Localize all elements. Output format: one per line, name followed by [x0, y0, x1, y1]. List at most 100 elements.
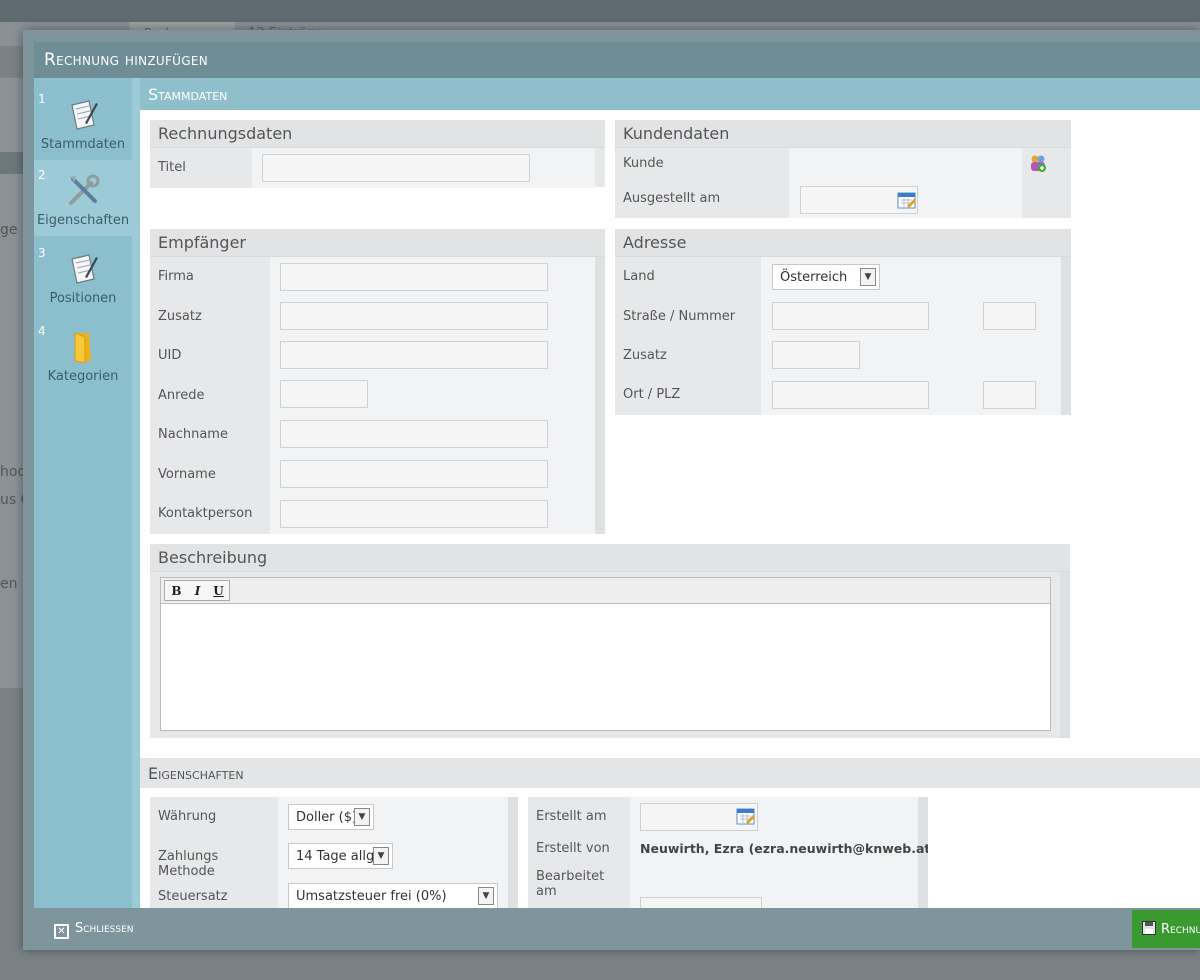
adresse-zusatz-input[interactable] — [772, 341, 860, 369]
step-label: Stammdaten — [40, 137, 126, 152]
field-label: Erstellt von — [528, 833, 630, 861]
panel-title: Rechnungsdaten — [150, 120, 605, 148]
close-icon: ✕ — [54, 924, 69, 939]
save-label: Rechnung — [1161, 922, 1200, 937]
ort-input[interactable] — [772, 381, 929, 409]
plz-input[interactable] — [983, 381, 1036, 409]
uid-input[interactable] — [280, 341, 548, 369]
background-text: ge — [0, 222, 18, 238]
modal-title: Rechnung hinzufügen — [34, 42, 1200, 78]
titel-input[interactable] — [262, 154, 530, 182]
panel-scrollbar[interactable] — [508, 797, 518, 908]
kontaktperson-input[interactable] — [280, 500, 548, 528]
form-row-ausgestellt: Ausgestellt am — [615, 183, 1071, 218]
panel-title: Beschreibung — [150, 544, 1070, 572]
folder-icon — [74, 332, 91, 364]
step-label: Positionen — [49, 291, 117, 306]
field-label: Vorname — [150, 455, 270, 495]
vorname-input[interactable] — [280, 460, 548, 488]
waehrung-select[interactable]: Doller ($) ▼ — [288, 804, 374, 830]
panel-eigenschaften-left: Währung Doller ($) ▼ Zahlungs Methode 14… — [150, 797, 518, 908]
erstellt-von-value: Neuwirth, Ezra (ezra.neuwirth@knweb.at) — [640, 841, 928, 856]
tools-icon — [69, 174, 100, 205]
form-row-titel: Titel — [150, 148, 605, 188]
panel-scrollbar[interactable] — [1060, 572, 1070, 738]
floppy-disk-icon — [1142, 921, 1156, 935]
step-stammdaten[interactable]: 1 Stammdaten — [34, 84, 132, 160]
underline-button[interactable]: U — [209, 582, 228, 600]
step-positionen[interactable]: 3 Positionen — [34, 238, 132, 314]
field-label: Titel — [150, 148, 252, 188]
sidebar-splitter[interactable] — [132, 78, 140, 908]
step-number: 4 — [38, 324, 46, 338]
field-label: Kontaktperson — [150, 494, 270, 534]
zusatz-input[interactable] — [280, 302, 548, 330]
customer-picker-icon[interactable] — [1028, 153, 1048, 175]
field-label: Anrede — [150, 376, 270, 416]
chevron-down-icon: ▼ — [373, 847, 389, 865]
background-text: en — [0, 576, 18, 592]
section-heading-eigenschaften: Eigenschaften — [140, 758, 1200, 788]
panel-eigenschaften-right: Erstellt am Erstellt von Neuwirth, Ezra … — [528, 797, 928, 908]
close-button[interactable]: ✕ Schliessen — [54, 921, 134, 939]
strasse-input[interactable] — [772, 302, 929, 330]
firma-input[interactable] — [280, 263, 548, 291]
save-button[interactable]: Rechnung — [1132, 910, 1200, 948]
panel-scrollbar[interactable] — [595, 257, 605, 534]
step-label: Eigenschaften — [36, 213, 130, 228]
field-label: Kunde — [615, 148, 789, 183]
nachname-input[interactable] — [280, 420, 548, 448]
step-kategorien[interactable]: 4 Kategorien — [34, 316, 132, 392]
hausnummer-input[interactable] — [983, 302, 1036, 330]
anrede-input[interactable] — [280, 380, 368, 408]
bearbeitet-am-date-input[interactable] — [640, 897, 762, 908]
form-row-kunde: Kunde — [615, 148, 1071, 218]
close-label: Schliessen — [75, 921, 134, 936]
waehrung-select-value: Doller ($) — [296, 810, 358, 825]
step-number: 1 — [38, 92, 46, 106]
calendar-icon[interactable] — [736, 806, 756, 826]
italic-button[interactable]: I — [188, 582, 207, 600]
step-eigenschaften[interactable]: 2 Eigenschaften — [34, 160, 132, 236]
field-label: Währung — [150, 797, 278, 837]
beschreibung-editor[interactable] — [160, 604, 1051, 731]
chevron-down-icon: ▼ — [860, 268, 876, 286]
field-label: Zusatz — [615, 336, 761, 376]
field-label: Ort / PLZ — [615, 375, 761, 415]
land-select[interactable]: Österreich ▼ — [772, 264, 880, 290]
zahlungsmethode-select-value: 14 Tage allg. — [296, 849, 379, 864]
panel-title: Kundendaten — [615, 120, 1071, 148]
step-label: Kategorien — [47, 369, 119, 384]
field-label: Nachname — [150, 415, 270, 455]
panel-empfaenger: Empfänger Firma Zusatz UID Anrede Nachna… — [150, 229, 605, 534]
editor-toolbar: B I U — [160, 577, 1051, 604]
document-pen-icon — [71, 100, 98, 130]
modal-footer: ✕ Schliessen Rechnung — [34, 908, 1200, 948]
field-label: Firma — [150, 257, 270, 297]
field-label: Steuersatz — [150, 877, 278, 908]
field-label: Ausgestellt am — [615, 183, 789, 218]
section-heading-stammdaten: Stammdaten — [140, 78, 1200, 110]
background-side-band — [0, 152, 24, 174]
land-select-value: Österreich — [780, 270, 848, 285]
field-label: Zusatz — [150, 297, 270, 337]
field-label: Zahlungs Methode — [150, 837, 278, 879]
step-number: 3 — [38, 246, 46, 260]
field-label: Erstellt am — [528, 797, 630, 837]
panel-kundendaten: Kundendaten Kunde Ausgestellt am — [615, 120, 1071, 218]
zahlungsmethode-select[interactable]: 14 Tage allg. ▼ — [288, 843, 393, 869]
panel-scrollbar[interactable] — [1061, 257, 1071, 415]
calendar-icon[interactable] — [897, 190, 917, 210]
bold-button[interactable]: B — [167, 582, 186, 600]
panel-adresse: Adresse Land Österreich ▼ Straße / Numme… — [615, 229, 1071, 415]
chevron-down-icon: ▼ — [478, 887, 494, 905]
chevron-down-icon: ▼ — [354, 808, 370, 826]
steuersatz-select-value: Umsatzsteuer frei (0%) — [296, 889, 447, 904]
panel-rechnungsdaten: Rechnungsdaten Titel — [150, 120, 605, 188]
panel-title: Adresse — [615, 229, 1071, 257]
panel-title: Empfänger — [150, 229, 605, 257]
background-topbar — [0, 0, 1200, 22]
field-label: Land — [615, 257, 761, 297]
field-label: Straße / Nummer — [615, 297, 761, 337]
steuersatz-select[interactable]: Umsatzsteuer frei (0%) ▼ — [288, 883, 498, 908]
